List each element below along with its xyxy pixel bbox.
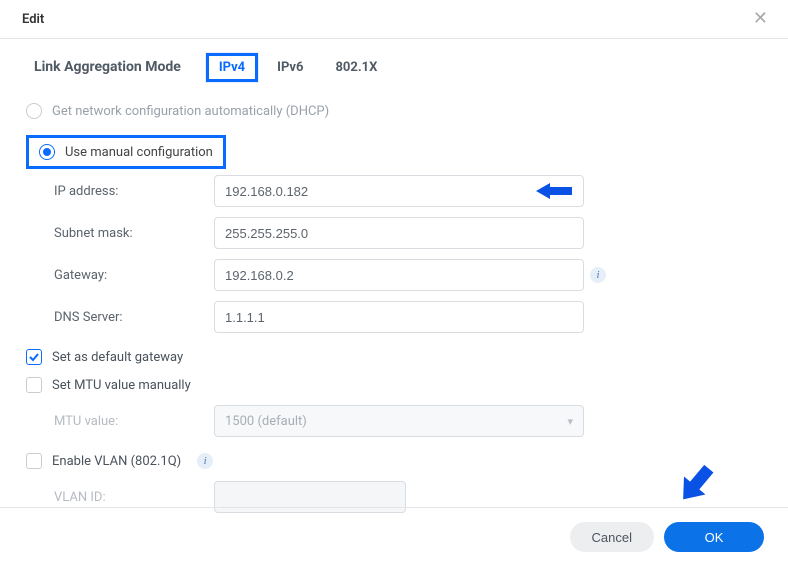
row-gateway: Gateway: i <box>54 259 762 291</box>
cancel-button[interactable]: Cancel <box>570 522 654 552</box>
radio-dhcp-row[interactable]: Get network configuration automatically … <box>26 97 762 125</box>
radio-manual-highlight: Use manual configuration <box>26 135 226 169</box>
input-ip[interactable] <box>214 175 584 207</box>
label-mtu-manual: Set MTU value manually <box>52 378 191 393</box>
input-subnet[interactable] <box>214 217 584 249</box>
dialog-footer: Cancel OK <box>0 507 788 566</box>
label-dns: DNS Server: <box>54 310 214 325</box>
tab-8021x[interactable]: 802.1X <box>323 54 389 81</box>
label-default-gw: Set as default gateway <box>52 350 183 365</box>
arrow-ip-icon <box>536 181 572 201</box>
chevron-down-icon: ▾ <box>567 415 573 428</box>
label-ip: IP address: <box>54 184 214 199</box>
input-dns[interactable] <box>214 301 584 333</box>
row-dns: DNS Server: <box>54 301 762 333</box>
manual-fields: IP address: Subnet mask: Gateway: i DNS … <box>26 175 762 333</box>
checkbox-enable-vlan[interactable] <box>26 453 42 469</box>
dialog-header: Edit ✕ <box>0 0 788 39</box>
tab-ipv4[interactable]: IPv4 <box>207 54 257 81</box>
row-subnet: Subnet mask: <box>54 217 762 249</box>
label-subnet: Subnet mask: <box>54 226 214 241</box>
radio-dhcp-label: Get network configuration automatically … <box>52 104 329 119</box>
radio-dhcp[interactable] <box>26 103 42 119</box>
tab-link-aggregation[interactable]: Link Aggregation Mode <box>22 53 193 81</box>
info-gateway-icon[interactable]: i <box>590 267 606 283</box>
tab-ipv6[interactable]: IPv6 <box>265 54 315 81</box>
row-ip: IP address: <box>54 175 762 207</box>
select-mtu[interactable]: 1500 (default) ▾ <box>214 405 584 437</box>
label-vlan-id: VLAN ID: <box>54 490 214 505</box>
checkbox-mtu-manual[interactable] <box>26 377 42 393</box>
row-enable-vlan[interactable]: Enable VLAN (802.1Q) i <box>26 447 762 475</box>
config-section: Get network configuration automatically … <box>0 93 788 513</box>
input-gateway[interactable] <box>214 259 584 291</box>
row-default-gw[interactable]: Set as default gateway <box>26 343 762 371</box>
mtu-block: MTU value: 1500 (default) ▾ <box>26 405 762 437</box>
radio-manual-label: Use manual configuration <box>65 145 213 160</box>
label-enable-vlan: Enable VLAN (802.1Q) <box>52 454 181 469</box>
close-icon[interactable]: ✕ <box>753 10 768 28</box>
checkbox-default-gw[interactable] <box>26 349 42 365</box>
tab-bar: Link Aggregation Mode IPv4 IPv6 802.1X <box>0 39 788 93</box>
ok-button[interactable]: OK <box>664 522 764 552</box>
radio-manual[interactable] <box>39 144 55 160</box>
row-mtu-manual[interactable]: Set MTU value manually <box>26 371 762 399</box>
arrow-ok-icon <box>670 458 722 510</box>
label-gateway: Gateway: <box>54 268 214 283</box>
dialog-title: Edit <box>22 12 44 27</box>
row-mtu: MTU value: 1500 (default) ▾ <box>54 405 762 437</box>
select-mtu-value: 1500 (default) <box>225 414 307 429</box>
label-mtu: MTU value: <box>54 414 214 429</box>
info-vlan-icon[interactable]: i <box>197 453 213 469</box>
